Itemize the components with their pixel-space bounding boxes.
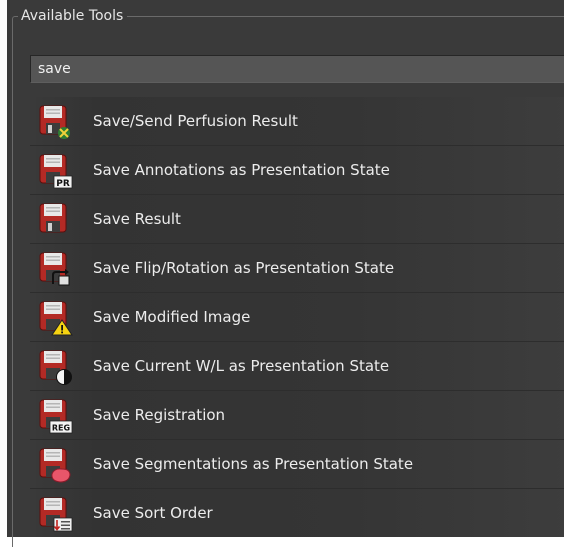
tool-item[interactable]: Save Modified Image: [30, 292, 564, 341]
save-flip-rotation-icon: [39, 251, 73, 287]
save-warning-icon: [39, 300, 73, 336]
search-input[interactable]: [30, 55, 564, 83]
tool-item[interactable]: Save/Send Perfusion Result: [30, 97, 564, 145]
save-sort-order-icon: [39, 496, 73, 532]
save-perfusion-icon: [39, 104, 73, 140]
tool-item[interactable]: Save Segmentations as Presentation State: [30, 439, 564, 488]
tool-label: Save Segmentations as Presentation State: [93, 455, 414, 473]
save-registration-icon: REG: [39, 398, 73, 434]
save-segmentation-icon: [39, 447, 73, 483]
save-icon: [39, 202, 73, 238]
tool-label: Save Annotations as Presentation State: [93, 161, 390, 179]
svg-text:PR: PR: [56, 179, 70, 189]
tool-label: Save Result: [93, 210, 181, 228]
save-window-level-icon: [39, 349, 73, 385]
svg-text:REG: REG: [52, 424, 70, 433]
tool-item[interactable]: Save Result: [30, 194, 564, 243]
tool-item[interactable]: Save Current W/L as Presentation State: [30, 341, 564, 390]
tool-label: Save/Send Perfusion Result: [93, 112, 298, 130]
save-pr-icon: PR: [39, 153, 73, 189]
tool-item[interactable]: Save Flip/Rotation as Presentation State: [30, 243, 564, 292]
tool-label: Save Modified Image: [93, 308, 251, 326]
tool-label: Save Flip/Rotation as Presentation State: [93, 259, 395, 277]
tool-label: Save Registration: [93, 406, 226, 424]
tool-label: Save Sort Order: [93, 504, 213, 522]
tool-item[interactable]: REG Save Registration: [30, 390, 564, 439]
group-title: Available Tools: [18, 7, 128, 25]
tool-item[interactable]: PR Save Annotations as Presentation Stat…: [30, 145, 564, 194]
tool-item[interactable]: Save Sort Order: [30, 488, 564, 537]
tool-list: Save/Send Perfusion Result PR Save Annot…: [30, 97, 564, 537]
tool-label: Save Current W/L as Presentation State: [93, 357, 390, 375]
